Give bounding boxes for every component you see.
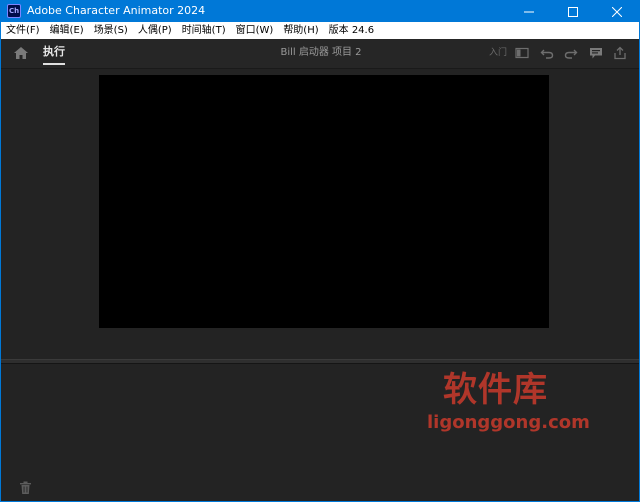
getting-started-label[interactable]: 入门: [489, 47, 507, 59]
minimize-icon: [524, 11, 534, 12]
trash-icon: [20, 481, 31, 494]
close-button[interactable]: [595, 1, 639, 22]
title-bar[interactable]: Ch Adobe Character Animator 2024: [1, 1, 639, 22]
menu-timeline[interactable]: 时间轴(T): [177, 22, 231, 39]
app-window: Ch Adobe Character Animator 2024 文件(F) 编…: [0, 0, 640, 502]
redo-icon: [564, 49, 578, 59]
undo-icon: [540, 49, 554, 59]
home-icon: [14, 47, 28, 59]
panel-toggle-icon: [515, 47, 529, 59]
menu-help[interactable]: 帮助(H): [278, 22, 323, 39]
minimize-button[interactable]: [507, 1, 551, 22]
watermark-url: ligonggong.com: [427, 412, 590, 433]
menu-scene[interactable]: 场景(S): [89, 22, 133, 39]
feedback-button[interactable]: [589, 45, 603, 64]
app-logo-icon: Ch: [7, 4, 21, 18]
share-icon: [614, 46, 626, 60]
menu-file[interactable]: 文件(F): [1, 22, 45, 39]
share-button[interactable]: [613, 45, 627, 64]
undo-button[interactable]: [540, 45, 554, 64]
menu-version[interactable]: 版本 24.6: [324, 22, 379, 39]
tab-perform[interactable]: 执行: [43, 44, 65, 60]
home-button[interactable]: [13, 45, 29, 64]
watermark-text: 软件库: [443, 370, 548, 410]
delete-button[interactable]: [19, 480, 32, 499]
redo-button[interactable]: [564, 45, 578, 64]
active-tab-indicator: [43, 63, 65, 65]
project-title[interactable]: Bill 启动器 项目 2: [221, 46, 421, 60]
menu-bar: 文件(F) 编辑(E) 场景(S) 人偶(P) 时间轴(T) 窗口(W) 帮助(…: [1, 22, 639, 39]
bottom-panel: 软件库 ligonggong.com: [1, 364, 639, 501]
close-icon: [612, 6, 622, 17]
feedback-icon: [590, 48, 602, 59]
menu-puppet[interactable]: 人偶(P): [133, 22, 177, 39]
scene-workspace: [1, 69, 639, 359]
window-title: Adobe Character Animator 2024: [27, 4, 206, 17]
maximize-icon: [568, 6, 578, 17]
toolbar: 执行 Bill 启动器 项目 2 入门: [1, 39, 639, 69]
menu-edit[interactable]: 编辑(E): [45, 22, 89, 39]
panel-toggle-button[interactable]: [515, 45, 529, 64]
maximize-button[interactable]: [551, 1, 595, 22]
menu-window[interactable]: 窗口(W): [231, 22, 279, 39]
scene-canvas[interactable]: [99, 75, 549, 328]
